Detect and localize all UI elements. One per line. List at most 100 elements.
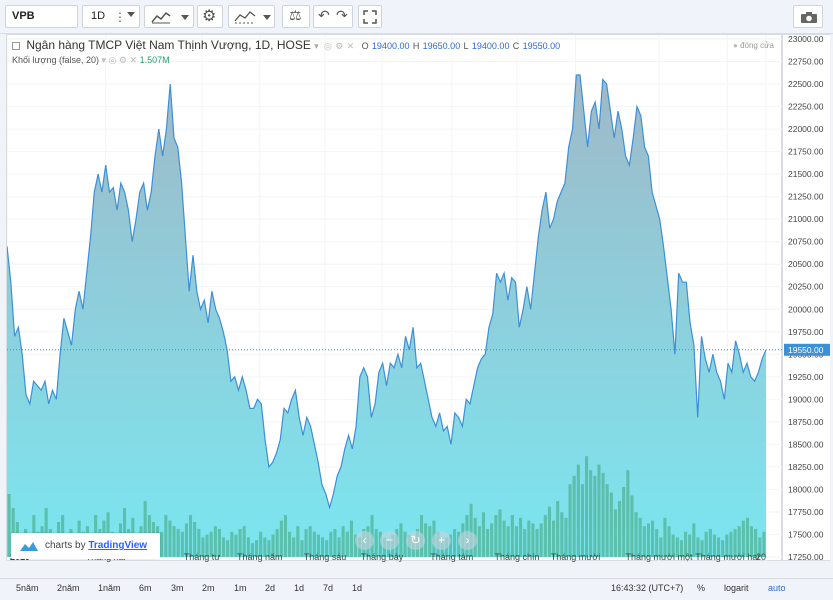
volume-legend: Khối lượng (false, 20) ▾ ◎ ⚙ ✕ 1.507M xyxy=(12,55,170,66)
interval-selector[interactable]: 1D ⋮ xyxy=(82,5,140,28)
zoom-out-icon[interactable]: − xyxy=(380,531,399,550)
volume-bar xyxy=(296,526,300,557)
visibility-icon[interactable]: ◎ xyxy=(324,41,332,51)
close-label: C xyxy=(512,41,520,51)
camera-icon xyxy=(801,12,817,23)
x-tick-label: Tháng chín xyxy=(495,552,540,562)
volume-bar xyxy=(618,501,622,557)
volume-bar xyxy=(230,531,234,557)
range-1y[interactable]: 1năm xyxy=(98,583,121,593)
close-icon[interactable]: ✕ xyxy=(347,41,355,51)
badge-prefix: charts by xyxy=(45,540,86,551)
undo-icon[interactable]: ↶ xyxy=(318,7,330,24)
range-1d-alt[interactable]: 1d xyxy=(352,583,362,593)
y-tick-label: 20000.00 xyxy=(788,304,824,314)
volume-bar xyxy=(539,523,543,557)
dropdown-icon[interactable] xyxy=(181,15,189,20)
chart-legend: Ngân hàng TMCP Việt Nam Thịnh Vượng, 1D,… xyxy=(12,38,560,52)
y-tick-label: 22000.00 xyxy=(788,124,824,134)
range-1m[interactable]: 1m xyxy=(234,583,247,593)
y-tick-label: 19750.00 xyxy=(788,327,824,337)
x-tick-label: Tháng tư xyxy=(184,552,221,562)
chart-pane[interactable]: 2019Tháng haiTháng tưTháng nămTháng sáuT… xyxy=(6,34,783,562)
volume-bar xyxy=(510,515,514,557)
percent-toggle[interactable]: % xyxy=(697,583,705,593)
volume-bar xyxy=(556,501,560,557)
settings-button[interactable]: ⚙ xyxy=(197,5,223,28)
snapshot-button[interactable] xyxy=(793,5,823,28)
low-value: 19400.00 xyxy=(471,41,510,51)
close-icon[interactable]: ✕ xyxy=(130,55,138,65)
dropdown-icon[interactable] xyxy=(127,12,135,17)
volume-bar xyxy=(568,484,572,557)
volume-label: Khối lượng (false, 20) xyxy=(12,55,99,65)
range-1d[interactable]: 1d xyxy=(294,583,304,593)
range-2y[interactable]: 2năm xyxy=(57,583,80,593)
close-line-label: ● đóng cửa xyxy=(733,41,774,50)
volume-bar xyxy=(226,540,230,557)
volume-bar xyxy=(288,531,292,557)
close-value: 19550.00 xyxy=(522,41,561,51)
zoom-in-icon[interactable]: + xyxy=(432,531,451,550)
volume-bar xyxy=(597,464,601,557)
price-scale[interactable]: 17250.00 17500.00 17750.00 18000.00 18250.00… xyxy=(782,34,830,562)
collapse-icon[interactable] xyxy=(12,41,20,50)
range-5y[interactable]: 5năm xyxy=(16,583,39,593)
y-tick-label: 21750.00 xyxy=(788,147,824,157)
volume-bar xyxy=(486,529,490,557)
range-2d[interactable]: 2d xyxy=(265,583,275,593)
volume-bar xyxy=(349,520,353,557)
y-tick-label: 19250.00 xyxy=(788,372,824,382)
y-tick-label: 19000.00 xyxy=(788,394,824,404)
range-3m[interactable]: 3m xyxy=(171,583,184,593)
y-tick-label: 17500.00 xyxy=(788,529,824,539)
settings-icon[interactable]: ⚙ xyxy=(119,55,127,65)
volume-bar xyxy=(630,495,634,557)
auto-toggle[interactable]: auto xyxy=(768,583,786,593)
dropdown-icon[interactable]: ▾ xyxy=(101,55,106,65)
volume-bar xyxy=(164,515,168,557)
dropdown-icon[interactable]: ▾ xyxy=(314,41,319,51)
volume-bar xyxy=(605,484,609,557)
dropdown-icon[interactable] xyxy=(263,15,271,20)
scroll-right-icon[interactable]: › xyxy=(458,531,477,550)
volume-bar xyxy=(477,526,481,557)
reset-icon[interactable]: ↻ xyxy=(406,531,425,550)
compare-icon: ⚖ xyxy=(289,7,302,23)
range-6m[interactable]: 6m xyxy=(139,583,152,593)
undo-redo-group: ↶ ↷ xyxy=(313,5,353,28)
area-style-icon xyxy=(151,11,171,24)
symbol-input[interactable]: VPB xyxy=(5,5,78,28)
volume-bar xyxy=(576,464,580,557)
volume-bar xyxy=(585,456,589,557)
range-7d[interactable]: 7d xyxy=(323,583,333,593)
volume-bar xyxy=(189,515,193,557)
interval-label: 1D xyxy=(91,10,106,22)
visibility-icon[interactable]: ◎ xyxy=(109,55,117,65)
volume-bar xyxy=(601,473,605,557)
volume-bar xyxy=(613,509,617,557)
fullscreen-button[interactable] xyxy=(358,5,382,28)
settings-icon: ⚙ xyxy=(202,8,217,25)
x-tick-label: Tháng mười xyxy=(551,552,600,562)
redo-icon[interactable]: ↷ xyxy=(336,7,348,24)
y-tick-label: 20250.00 xyxy=(788,282,824,292)
more-icon[interactable]: ⋮ xyxy=(114,10,126,24)
tradingview-badge[interactable]: charts by TradingView xyxy=(11,533,160,559)
volume-value: 1.507M xyxy=(139,55,170,65)
scroll-left-icon[interactable]: ‹ xyxy=(355,531,374,550)
range-2m[interactable]: 2m xyxy=(202,583,215,593)
price-chart[interactable]: 2019Tháng haiTháng tưTháng nămTháng sáuT… xyxy=(6,35,783,562)
x-tick-label: Tháng tám xyxy=(430,552,473,562)
y-tick-label: 20500.00 xyxy=(788,259,824,269)
tradingview-link[interactable]: TradingView xyxy=(88,540,147,551)
indicators-button[interactable] xyxy=(228,5,275,28)
compare-button[interactable]: ⚖ xyxy=(282,5,310,28)
x-tick-label: 20 xyxy=(756,552,766,562)
open-label: O xyxy=(361,41,369,51)
log-toggle[interactable]: logarit xyxy=(724,583,749,593)
x-tick-label: Tháng sáu xyxy=(304,552,347,562)
chart-style-button[interactable] xyxy=(144,5,194,28)
settings-icon[interactable]: ⚙ xyxy=(335,41,343,51)
dot-icon: ● xyxy=(733,41,738,50)
